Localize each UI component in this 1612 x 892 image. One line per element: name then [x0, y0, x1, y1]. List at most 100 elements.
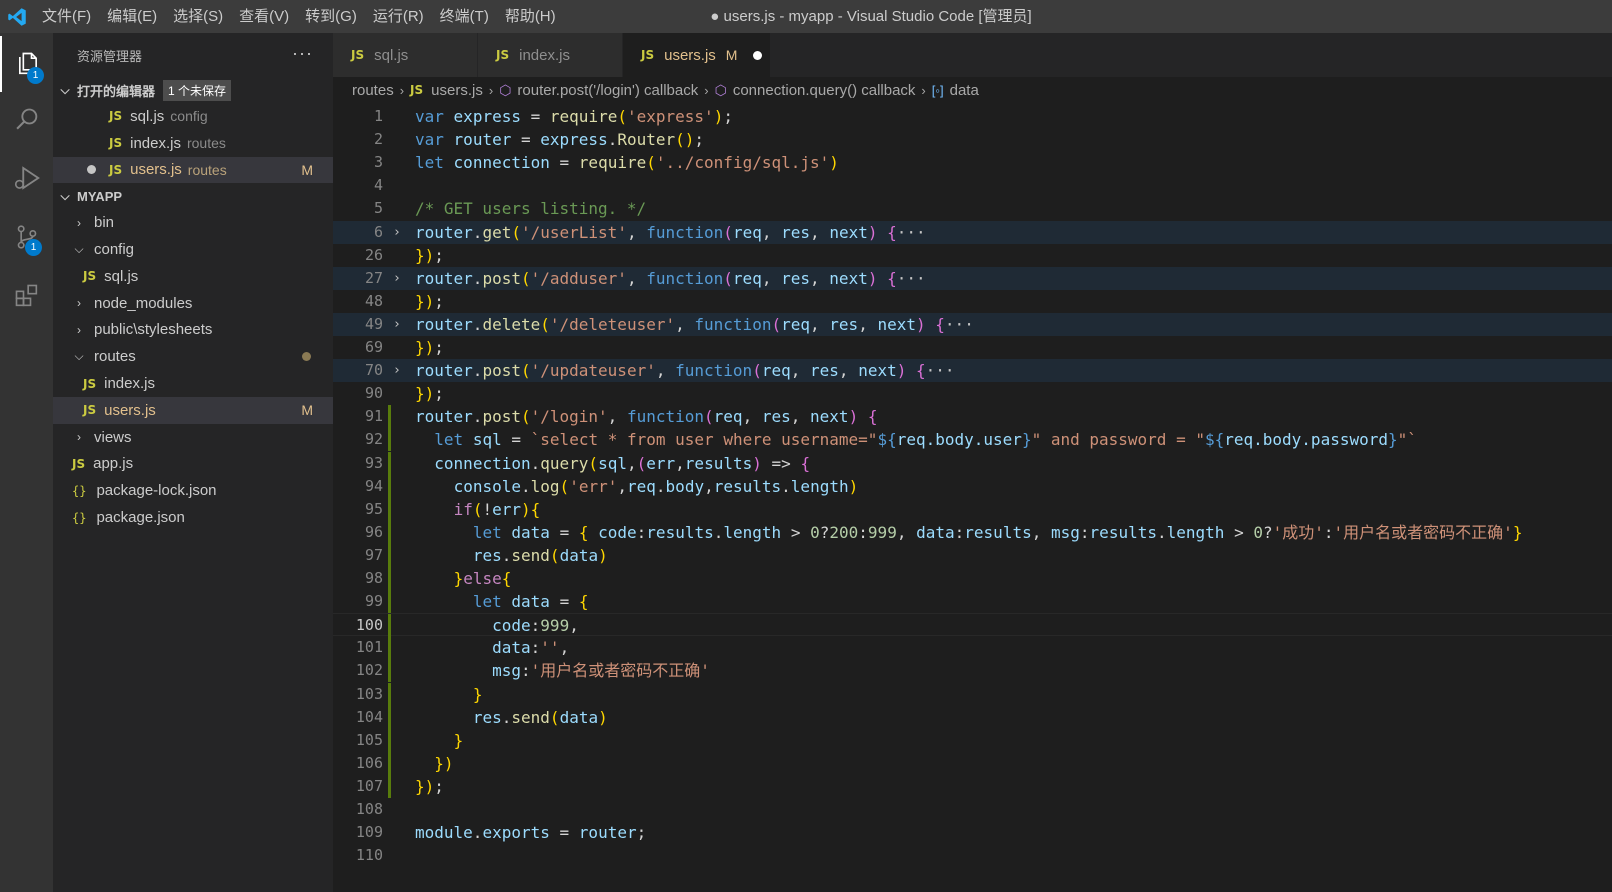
chevron-right-icon[interactable]: › — [393, 359, 401, 382]
added-change-marker — [388, 497, 391, 521]
code-line[interactable]: 92 let sql = `select * from user where u… — [333, 428, 1612, 452]
open-editor-item[interactable]: JS users.js routes M — [53, 156, 333, 184]
menu-view[interactable]: 查看(V) — [231, 0, 297, 33]
code-line[interactable]: 99 let data = { — [333, 590, 1612, 614]
open-editors-section[interactable]: ⌵ 打开的编辑器 1 个未保存 — [53, 77, 333, 103]
menu-selection[interactable]: 选择(S) — [165, 0, 231, 33]
chevron-down-icon: ⌵ — [60, 188, 70, 203]
code-line[interactable]: 102 msg:'用户名或者密码不正确' — [333, 659, 1612, 683]
project-section[interactable]: ⌵ MYAPP — [53, 183, 333, 209]
chevron-right-icon: › — [704, 82, 709, 98]
code-line[interactable]: 109 module.exports = router; — [333, 821, 1612, 844]
breadcrumb-file[interactable]: users.js — [431, 82, 483, 99]
line-number: 27 — [364, 268, 383, 287]
tree-folder[interactable]: › public\stylesheets — [53, 317, 333, 344]
code-line[interactable]: 26}); — [333, 244, 1612, 267]
tree-folder[interactable]: › node_modules — [53, 290, 333, 317]
tree-file[interactable]: JS users.js M — [53, 396, 333, 424]
code-line[interactable]: 49 › router.delete('/deleteuser', function… — [333, 312, 1612, 336]
chevron-right-icon: › — [399, 82, 405, 98]
code-line[interactable]: 3 let connection = require('../config/sql… — [333, 151, 1612, 174]
code-line[interactable]: 105 } — [333, 728, 1612, 752]
code-line[interactable]: 48}); — [333, 290, 1612, 313]
tree-folder[interactable]: ⌵ routes — [53, 343, 333, 370]
tree-file[interactable]: JS index.js — [53, 370, 333, 397]
source-control-button[interactable]: 1 — [0, 209, 53, 265]
code-line[interactable]: 97 res.send(data) — [333, 543, 1612, 567]
code-line[interactable]: 110 — [333, 844, 1612, 867]
code-line[interactable]: 96 let data = { code:results.length > 0?… — [333, 520, 1612, 544]
chevron-right-icon[interactable]: › — [393, 267, 401, 290]
code-line[interactable]: 107}); — [333, 774, 1612, 798]
menu-run[interactable]: 运行(R) — [365, 0, 432, 33]
line-number: 6 — [373, 222, 383, 241]
line-number: 102 — [355, 661, 383, 680]
tree-item-label: routes — [94, 348, 136, 366]
chevron-right-icon: › — [488, 82, 494, 98]
explorer-button[interactable]: 1 — [0, 36, 53, 92]
tree-file[interactable]: JS sql.js — [53, 263, 333, 290]
unsaved-dot-icon[interactable] — [87, 165, 96, 175]
tree-folder[interactable]: › views — [53, 424, 333, 451]
code-line[interactable]: 4 — [333, 174, 1612, 197]
line-number: 98 — [364, 569, 383, 587]
tab-sql-js[interactable]: JS sql.js — [333, 33, 478, 77]
code-line[interactable]: 1 var express = require('express'); — [333, 105, 1612, 128]
breadcrumb-symbol[interactable]: data — [950, 82, 979, 99]
code-line[interactable]: 70 › router.post('/updateuser', function(r… — [333, 359, 1612, 383]
code-line[interactable]: 69}); — [333, 336, 1612, 359]
breadcrumb-symbol[interactable]: connection.query() callback — [733, 82, 916, 99]
code-text: } — [472, 684, 483, 704]
code-line[interactable]: 108 — [333, 798, 1612, 821]
tree-folder[interactable]: ⌵ config — [53, 236, 333, 263]
code-line[interactable]: 2 var router = express.Router(); — [333, 128, 1612, 151]
line-number: 1 — [373, 107, 383, 125]
line-number: 5 — [373, 199, 383, 218]
code-line[interactable]: 100 code:999, — [333, 613, 1612, 638]
code-line[interactable]: 104 res.send(data) — [333, 705, 1612, 729]
menu-go[interactable]: 转到(G) — [297, 0, 365, 33]
more-actions-icon[interactable]: ··· — [292, 43, 313, 64]
tree-folder[interactable]: › bin — [53, 209, 333, 236]
breadcrumb-folder[interactable]: routes — [352, 82, 394, 99]
tab-users-js[interactable]: JS users.js M — [623, 33, 771, 77]
run-debug-button[interactable] — [0, 150, 53, 206]
added-change-marker — [388, 451, 391, 475]
code-line[interactable]: 103 } — [333, 682, 1612, 706]
variable-icon: [◦] — [931, 82, 944, 98]
search-button[interactable] — [0, 92, 53, 148]
code-line[interactable]: 90}); — [333, 382, 1612, 405]
code-line[interactable]: 101 data:'', — [333, 636, 1612, 660]
code-line[interactable]: 95 if(!err){ — [333, 497, 1612, 521]
js-file-icon: JS — [83, 403, 97, 418]
menu-edit[interactable]: 编辑(E) — [99, 0, 165, 33]
menu-help[interactable]: 帮助(H) — [497, 0, 564, 33]
menu-terminal[interactable]: 终端(T) — [432, 0, 497, 33]
tree-file[interactable]: {} package.json — [53, 504, 333, 531]
chevron-right-icon[interactable]: › — [393, 313, 401, 336]
open-editor-item[interactable]: JS index.js routes — [53, 130, 333, 157]
code-line[interactable]: 91 router.post('/login', function(req, re… — [333, 405, 1612, 429]
code-line[interactable]: 98 }else{ — [333, 567, 1612, 591]
extensions-button[interactable] — [0, 268, 53, 324]
line-number: 48 — [364, 291, 383, 310]
code-line[interactable]: 27 › router.post('/adduser', function(req,… — [333, 266, 1612, 290]
code-text: }else{ — [453, 569, 512, 588]
tree-file[interactable]: {} package-lock.json — [53, 477, 333, 504]
line-number: 91 — [364, 407, 383, 426]
open-editor-item[interactable]: JS sql.js config — [53, 103, 333, 130]
tree-file[interactable]: JS app.js — [53, 451, 333, 478]
unsaved-dot-icon[interactable] — [753, 50, 763, 60]
code-line[interactable]: 5 /* GET users listing. */ — [333, 197, 1612, 220]
code-editor[interactable]: 1 var express = require('express'); 2 var r… — [333, 103, 1612, 892]
breadcrumb-symbol[interactable]: router.post('/login') callback — [517, 82, 698, 99]
code-line[interactable]: 106 }) — [333, 751, 1612, 775]
code-line[interactable]: 6 › router.get('/userList', function(req, … — [333, 220, 1612, 244]
menu-file[interactable]: 文件(F) — [34, 0, 99, 33]
js-file-icon: JS — [109, 162, 123, 177]
chevron-right-icon[interactable]: › — [393, 221, 401, 244]
code-line[interactable]: 94 console.log('err',req.body,results.le… — [333, 474, 1612, 498]
tab-index-js[interactable]: JS index.js — [478, 33, 623, 77]
code-line[interactable]: 93 connection.query(sql,(err,results) =>… — [333, 451, 1612, 475]
open-editor-desc: config — [170, 108, 208, 125]
